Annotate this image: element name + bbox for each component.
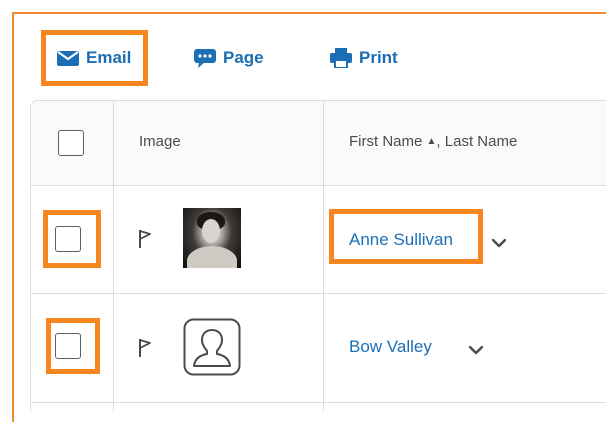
select-all-checkbox[interactable] bbox=[58, 130, 84, 156]
chevron-down-icon[interactable] bbox=[492, 239, 506, 248]
table-row: Bow Valley bbox=[31, 294, 606, 403]
default-avatar-icon bbox=[183, 318, 241, 376]
column-divider bbox=[113, 101, 114, 411]
printer-icon bbox=[330, 48, 352, 68]
row-select-checkbox[interactable] bbox=[55, 333, 81, 359]
page-button[interactable]: Page bbox=[194, 43, 264, 73]
classlist-table: Image First Name ▲, Last Name Anne Sulli… bbox=[30, 100, 606, 411]
name-column-header[interactable]: First Name ▲, Last Name bbox=[349, 133, 517, 150]
print-button[interactable]: Print bbox=[330, 43, 398, 73]
flag-icon[interactable] bbox=[138, 229, 152, 249]
image-column-header: Image bbox=[139, 133, 181, 150]
table-row: Anne Sullivan bbox=[31, 185, 606, 294]
email-button[interactable]: Email bbox=[57, 43, 131, 73]
chevron-down-icon[interactable] bbox=[469, 346, 483, 355]
first-name-sort-link[interactable]: First Name bbox=[349, 133, 422, 150]
sort-ascending-icon: ▲ bbox=[426, 136, 437, 147]
column-divider bbox=[323, 101, 324, 411]
last-name-sort-link[interactable]: , Last Name bbox=[436, 133, 517, 150]
user-photo bbox=[183, 208, 241, 268]
chat-bubble-icon bbox=[194, 49, 216, 68]
email-icon bbox=[57, 51, 79, 66]
row-select-checkbox[interactable] bbox=[55, 226, 81, 252]
user-name-link[interactable]: Bow Valley bbox=[349, 337, 432, 357]
table-header-row: Image First Name ▲, Last Name bbox=[31, 101, 606, 186]
page-label: Page bbox=[223, 48, 264, 67]
toolbar: Email Page Print bbox=[0, 0, 606, 90]
flag-icon[interactable] bbox=[138, 338, 152, 358]
email-label: Email bbox=[86, 48, 132, 67]
print-label: Print bbox=[359, 48, 398, 67]
user-name-link[interactable]: Anne Sullivan bbox=[349, 230, 453, 250]
